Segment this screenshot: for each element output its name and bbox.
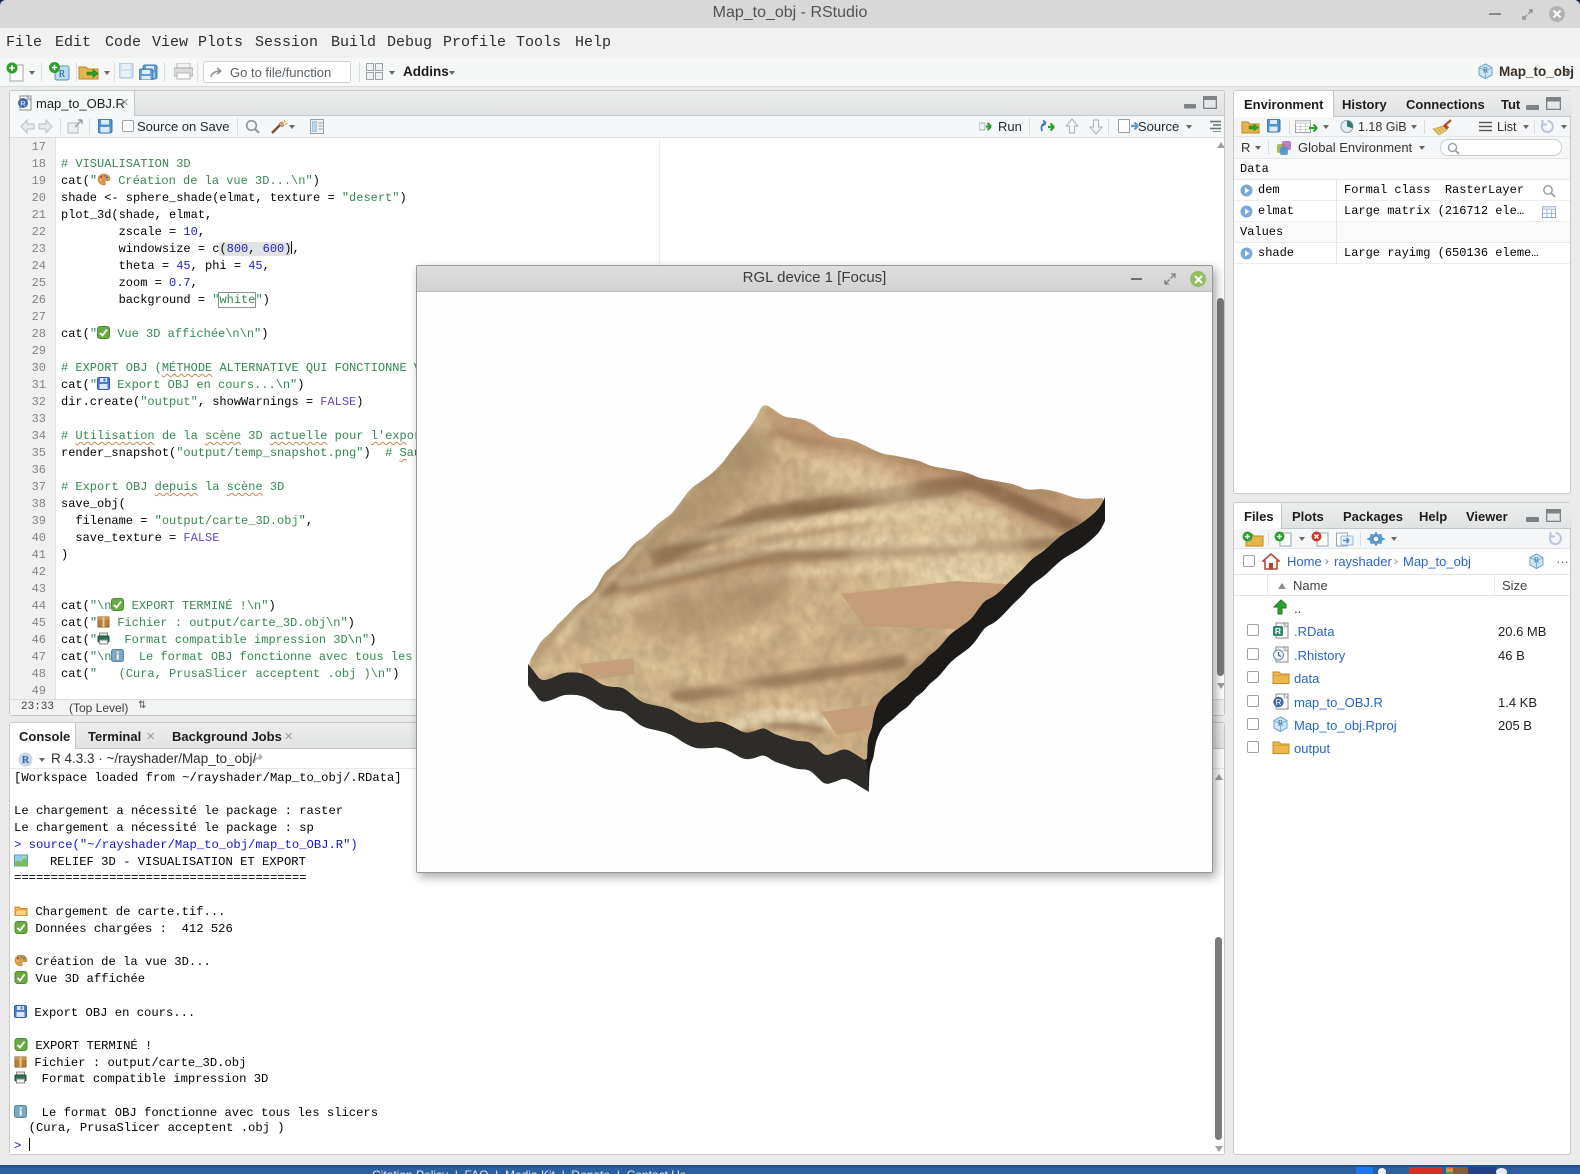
svg-text:R: R [1278, 719, 1284, 728]
svg-text:R: R [1483, 66, 1489, 75]
svg-text:R: R [20, 99, 26, 108]
svg-text:R: R [1275, 626, 1281, 636]
svg-text:R: R [1534, 556, 1540, 565]
svg-text:R: R [22, 755, 30, 766]
svg-text:R: R [59, 69, 66, 80]
svg-text:R: R [1276, 698, 1282, 707]
